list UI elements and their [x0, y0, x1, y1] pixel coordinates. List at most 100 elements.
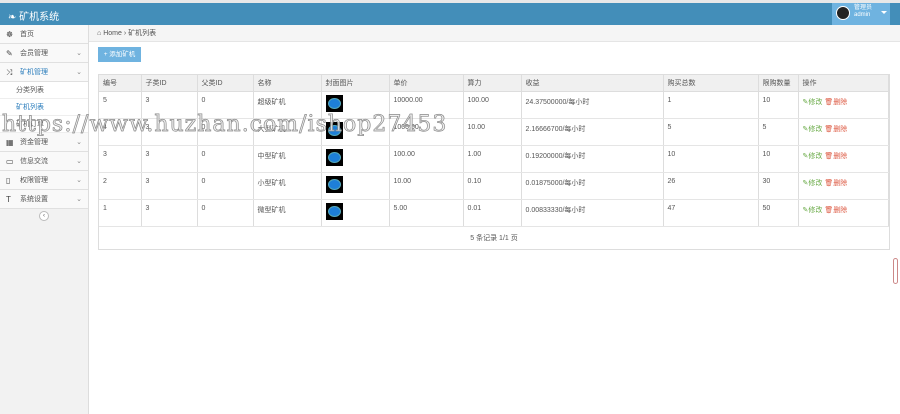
sidebar-item-label: 会员管理: [20, 50, 48, 57]
edit-link[interactable]: ✎修改: [803, 153, 823, 160]
sidebar-item[interactable]: ⤨ 矿机管理 ⌄: [0, 63, 88, 82]
calendar-icon: ▦: [6, 138, 14, 147]
table-cell: 0: [197, 91, 254, 119]
table-cell: 10: [758, 145, 799, 173]
actions-cell: ✎修改 🗑删除: [798, 172, 889, 200]
chevron-down-icon: ⌄: [76, 177, 82, 184]
cover-image-cell: [321, 199, 390, 227]
edit-link[interactable]: ✎修改: [803, 126, 823, 133]
edit-label: 修改: [808, 152, 823, 160]
home-icon: ⌂: [97, 30, 102, 37]
column-header: 操作: [798, 75, 889, 92]
edit-label: 修改: [808, 179, 823, 187]
table-row: 1 3 0 微型矿机 5.00 0.01 0.00833330/每小时 47 50 ✎修改 🗑删除: [99, 199, 889, 227]
pagination-info: 5 条记录 1/1 页: [470, 234, 518, 242]
sidebar-item[interactable]: ▭ 信息交流 ⌄: [0, 152, 88, 171]
user-name: admin: [854, 12, 871, 18]
table-cell: 5: [758, 118, 799, 146]
chevron-down-icon: ⌄: [76, 69, 82, 76]
delete-link[interactable]: 🗑删除: [824, 153, 847, 160]
dashboard-icon: ☸: [6, 30, 14, 39]
sidebar-item[interactable]: T 系统设置 ⌄: [0, 190, 88, 209]
table-cell: 5: [99, 91, 142, 119]
table-cell: 0: [197, 118, 254, 146]
chevron-down-icon: ⌄: [76, 158, 82, 165]
table-cell: 0.19200000/每小时: [521, 145, 664, 173]
edit-link[interactable]: ✎修改: [803, 207, 823, 214]
edit-icon: ✎: [6, 49, 13, 58]
table-cell: 5: [663, 118, 759, 146]
add-miner-button[interactable]: + 添加矿机: [98, 47, 141, 62]
brand[interactable]: ❧ 矿机系统: [8, 8, 59, 23]
breadcrumb-current: 矿机列表: [128, 30, 157, 37]
column-header: 名称: [253, 75, 322, 92]
user-menu[interactable]: 管理员 admin: [832, 3, 890, 25]
delete-label: 删除: [833, 206, 848, 214]
actions-cell: ✎修改 🗑删除: [798, 145, 889, 173]
cover-image-cell: [321, 172, 390, 200]
delete-label: 删除: [833, 125, 848, 133]
table-row: 5 3 0 超级矿机 10000.00 100.00 24.37500000/每小时 1 10 ✎…: [99, 91, 889, 119]
table-cell: 2: [99, 172, 142, 200]
file-icon: ▯: [6, 176, 11, 185]
sidebar-item-label: 资金管理: [20, 139, 48, 146]
shuffle-icon: ⤨: [6, 68, 13, 77]
table-cell: 超级矿机: [253, 91, 322, 119]
table-cell: 3: [141, 118, 198, 146]
sidebar: ☸ 首页 ✎ 会员管理 ⌄ ⤨ 矿机管理 ⌄ 分类列表 矿机列表 矿机订单 ▦ 资金管理 ⌄ ▭ 信息交流 ⌄ ▯…: [0, 25, 89, 414]
table-cell: 0.10: [463, 172, 522, 200]
table-cell: 3: [141, 145, 198, 173]
edit-link[interactable]: ✎修改: [803, 99, 823, 106]
sidebar-item[interactable]: ☸ 首页: [0, 25, 88, 44]
table-cell: 24.37500000/每小时: [521, 91, 664, 119]
sidebar-subitem[interactable]: 矿机列表: [0, 99, 88, 116]
delete-link[interactable]: 🗑删除: [824, 99, 847, 106]
table-cell: 大型矿机: [253, 118, 322, 146]
edit-label: 修改: [808, 206, 823, 214]
delete-link[interactable]: 🗑删除: [824, 207, 847, 214]
table-cell: 0.00833330/每小时: [521, 199, 664, 227]
table-row: 2 3 0 小型矿机 10.00 0.10 0.01875000/每小时 26 30 ✎修改 🗑删…: [99, 172, 889, 200]
sidebar-item[interactable]: ✎ 会员管理 ⌄: [0, 44, 88, 63]
chevron-down-icon: ⌄: [76, 139, 82, 146]
column-header: 父类ID: [197, 75, 254, 92]
sidebar-item-label: 首页: [20, 31, 34, 38]
cover-image-cell: [321, 145, 390, 173]
table-cell: 3: [141, 172, 198, 200]
miner-cover-image: [325, 121, 343, 139]
avatar: [836, 6, 850, 20]
table-row: 4 3 0 大型矿机 1000.00 10.00 2.16666700/每小时 5 5 ✎修改 🗑…: [99, 118, 889, 146]
delete-link[interactable]: 🗑删除: [824, 180, 847, 187]
sidebar-item[interactable]: ▦ 资金管理 ⌄: [0, 133, 88, 152]
table-cell: 0.01: [463, 199, 522, 227]
sidebar-subitem[interactable]: 分类列表: [0, 82, 88, 99]
table-cell: 47: [663, 199, 759, 227]
delete-link[interactable]: 🗑删除: [824, 126, 847, 133]
scrollbar[interactable]: [893, 258, 898, 284]
edit-link[interactable]: ✎修改: [803, 180, 823, 187]
miner-cover-image: [325, 148, 343, 166]
chevron-down-icon: ⌄: [76, 196, 82, 203]
sidebar-item-label: 权限管理: [20, 177, 48, 184]
column-header: 封面图片: [321, 75, 390, 92]
chevron-down-icon: ⌄: [76, 50, 82, 57]
sidebar-subitem[interactable]: 矿机订单: [0, 116, 88, 133]
table-cell: 50: [758, 199, 799, 227]
table-cell: 5.00: [389, 199, 464, 227]
table-cell: 0: [197, 145, 254, 173]
column-header: 编号: [99, 75, 142, 92]
miner-cover-image: [325, 202, 343, 220]
breadcrumb-home[interactable]: Home: [103, 30, 122, 37]
table-cell: 中型矿机: [253, 145, 322, 173]
edit-label: 修改: [808, 98, 823, 106]
sidebar-collapse[interactable]: ‹: [0, 209, 88, 223]
sidebar-item[interactable]: ▯ 权限管理 ⌄: [0, 171, 88, 190]
table-cell: 小型矿机: [253, 172, 322, 200]
table-cell: 3: [141, 91, 198, 119]
table-cell: 0.01875000/每小时: [521, 172, 664, 200]
table-cell: 10: [663, 145, 759, 173]
table-row: 3 3 0 中型矿机 100.00 1.00 0.19200000/每小时 10 10 ✎修改 🗑…: [99, 145, 889, 173]
column-header: 限购数量: [758, 75, 799, 92]
actions-cell: ✎修改 🗑删除: [798, 118, 889, 146]
miner-cover-image: [325, 175, 343, 193]
